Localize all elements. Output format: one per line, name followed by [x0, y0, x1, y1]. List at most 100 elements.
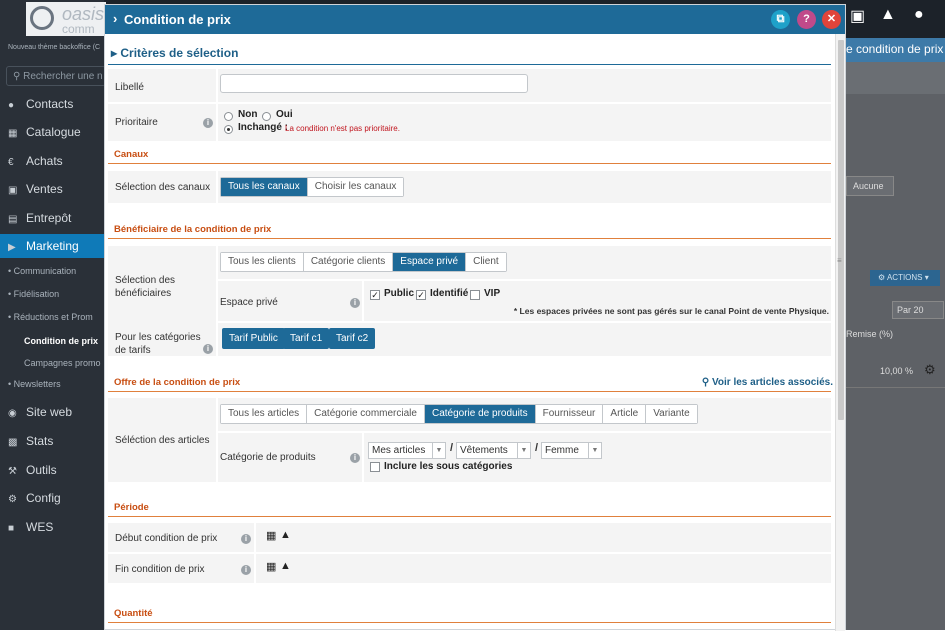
info-icon[interactable]: i [241, 565, 251, 575]
trash-icon[interactable]: ▲ [280, 560, 291, 572]
radio-inchange-label: Inchangé : [238, 122, 289, 133]
actions-button[interactable]: ⚙ ACTIONS ▾ [870, 270, 940, 286]
tous-clients-button[interactable]: Tous les clients [221, 253, 304, 271]
radio-oui[interactable] [262, 112, 271, 121]
sidebar-item-contacts[interactable]: ● Contacts [0, 92, 104, 116]
sidebar-sub-newsletters[interactable]: • Newsletters [8, 379, 61, 389]
top-icons: ▣ ▲ ● [846, 0, 945, 38]
fin-label: Fin condition de prix [115, 564, 205, 575]
categorie-produits-label: Catégorie de produits [220, 452, 316, 463]
sidebar-item-wes[interactable]: ■ WES [0, 515, 104, 539]
background-content: e condition de prix Aucune ⚙ ACTIONS ▾ P… [846, 38, 945, 630]
sidebar-item-entrepot[interactable]: ▤ Entrepôt [0, 206, 104, 230]
voir-articles-link[interactable]: ⚲ Voir les articles associés. [702, 377, 833, 388]
sidebar-sub-condition-prix[interactable]: Condition de prix [24, 336, 98, 346]
trash-icon[interactable]: ▲ [280, 529, 291, 541]
espace-prive-label: Espace privé [220, 297, 278, 308]
categorie-commerciale-button[interactable]: Catégorie commerciale [307, 405, 425, 423]
radio-inchange[interactable] [224, 125, 233, 134]
info-icon[interactable]: i [241, 534, 251, 544]
chevron-down-icon: ▼ [432, 443, 445, 458]
close-button[interactable]: ✕ [822, 10, 841, 29]
sidebar: oasis comm Nouveau thème backoffice (C ⚲… [0, 0, 106, 630]
book-icon: ▦ [8, 128, 18, 139]
group-offre: Offre de la condition de prix [114, 377, 241, 388]
espace-prive-note: * Les espaces privées ne sont pas gérés … [513, 306, 829, 316]
info-icon[interactable]: i [350, 453, 360, 463]
sidebar-item-site-web[interactable]: ◉ Site web [0, 400, 104, 424]
prioritaire-note: La condition n'est pas prioritaire. [285, 124, 400, 133]
tarif-c1-button[interactable]: Tarif c1 [283, 328, 330, 349]
sidebar-sub-reductions[interactable]: • Réductions et Prom [8, 312, 93, 322]
vip-checkbox[interactable] [470, 290, 480, 300]
modal-title: Condition de prix [124, 12, 231, 27]
sidebar-item-marketing[interactable]: ▶ Marketing [0, 234, 104, 258]
articles-toggle: Tous les articles Catégorie commerciale … [220, 404, 698, 424]
canaux-label: Sélection des canaux [115, 182, 211, 193]
megaphone-icon: ▶ [8, 242, 16, 253]
aucune-button[interactable]: Aucune [846, 176, 894, 196]
category-select-2[interactable]: Vêtements ▼ [456, 442, 531, 459]
sidebar-item-catalogue[interactable]: ▦ Catalogue [0, 120, 104, 144]
sidebar-item-stats[interactable]: ▩ Stats [0, 429, 104, 453]
globe-icon: ◉ [8, 408, 17, 419]
tarif-c2-button[interactable]: Tarif c2 [329, 328, 376, 349]
lock-icon: ■ [8, 523, 15, 534]
section-title: ▸ Critères de sélection [111, 46, 239, 60]
modal-scrollbar[interactable]: ≡ [835, 34, 845, 631]
category-select-1[interactable]: Mes articles ▼ [368, 442, 446, 459]
calendar-icon[interactable]: ▦ [266, 529, 276, 542]
sidebar-item-outils[interactable]: ⚒ Outils [0, 458, 104, 482]
category-select-3[interactable]: Femme ▼ [541, 442, 602, 459]
radio-non[interactable] [224, 112, 233, 121]
user-icon: ● [8, 100, 15, 111]
libelle-input[interactable] [220, 74, 528, 93]
gear-icon: ⚙ [8, 494, 17, 505]
info-icon[interactable]: i [203, 118, 213, 128]
articles-label: Séléction des articles [115, 435, 210, 446]
user-icon[interactable]: ● [914, 6, 924, 24]
copy-button[interactable]: ⧉ [771, 10, 790, 29]
fournisseur-button[interactable]: Fournisseur [535, 405, 604, 423]
sidebar-item-ventes[interactable]: ▣ Ventes [0, 177, 104, 201]
tous-articles-button[interactable]: Tous les articles [221, 405, 308, 423]
megaphone-icon[interactable]: ▲ [880, 6, 896, 24]
sidebar-sub-communication[interactable]: • Communication [8, 266, 76, 276]
gear-icon[interactable]: ⚙ [924, 362, 936, 378]
sidebar-item-achats[interactable]: € Achats [0, 149, 104, 173]
categorie-produits-button[interactable]: Catégorie de produits [424, 405, 536, 423]
sidebar-search-input[interactable]: ⚲ Rechercher une n [6, 66, 106, 86]
cart-icon[interactable]: ▣ [850, 6, 865, 26]
identifie-checkbox[interactable]: ✓ [416, 290, 426, 300]
radio-oui-label: Oui [276, 109, 293, 120]
sidebar-sub-fidelisation[interactable]: • Fidélisation [8, 289, 59, 299]
sidebar-item-config[interactable]: ⚙ Config [0, 486, 104, 510]
public-checkbox[interactable]: ✓ [370, 290, 380, 300]
include-subcategories-label: Inclure les sous catégories [384, 461, 513, 472]
prioritaire-label: Prioritaire [115, 117, 158, 128]
espace-prive-button[interactable]: Espace privé [393, 253, 467, 271]
group-beneficiaire: Bénéficiaire de la condition de prix [114, 224, 272, 235]
help-button[interactable]: ? [797, 10, 816, 29]
info-icon[interactable]: i [350, 298, 360, 308]
cart-icon: ▣ [8, 185, 18, 196]
calendar-icon[interactable]: ▦ [266, 560, 276, 573]
radio-non-label: Non [238, 109, 258, 120]
libelle-label: Libellé [115, 82, 144, 93]
article-button[interactable]: Article [603, 405, 647, 423]
tarif-public-button[interactable]: Tarif Public [222, 328, 285, 349]
logo: oasis comm [26, 2, 106, 36]
per-page-select[interactable]: Par 20 [892, 301, 944, 319]
variante-button[interactable]: Variante [646, 405, 697, 423]
choisir-canaux-button[interactable]: Choisir les canaux [307, 178, 404, 196]
chevron-down-icon: ▼ [517, 443, 530, 458]
sidebar-sub-campagnes[interactable]: Campagnes promo [24, 358, 101, 368]
wrench-icon: ⚒ [8, 466, 17, 477]
identifie-label: Identifié [430, 288, 469, 299]
info-icon[interactable]: i [203, 344, 213, 354]
categorie-clients-button[interactable]: Catégorie clients [303, 253, 394, 271]
tous-canaux-button[interactable]: Tous les canaux [221, 178, 308, 196]
include-subcategories-checkbox[interactable] [370, 462, 380, 472]
chevron-right-icon: › [113, 11, 118, 26]
client-button[interactable]: Client [466, 253, 506, 271]
